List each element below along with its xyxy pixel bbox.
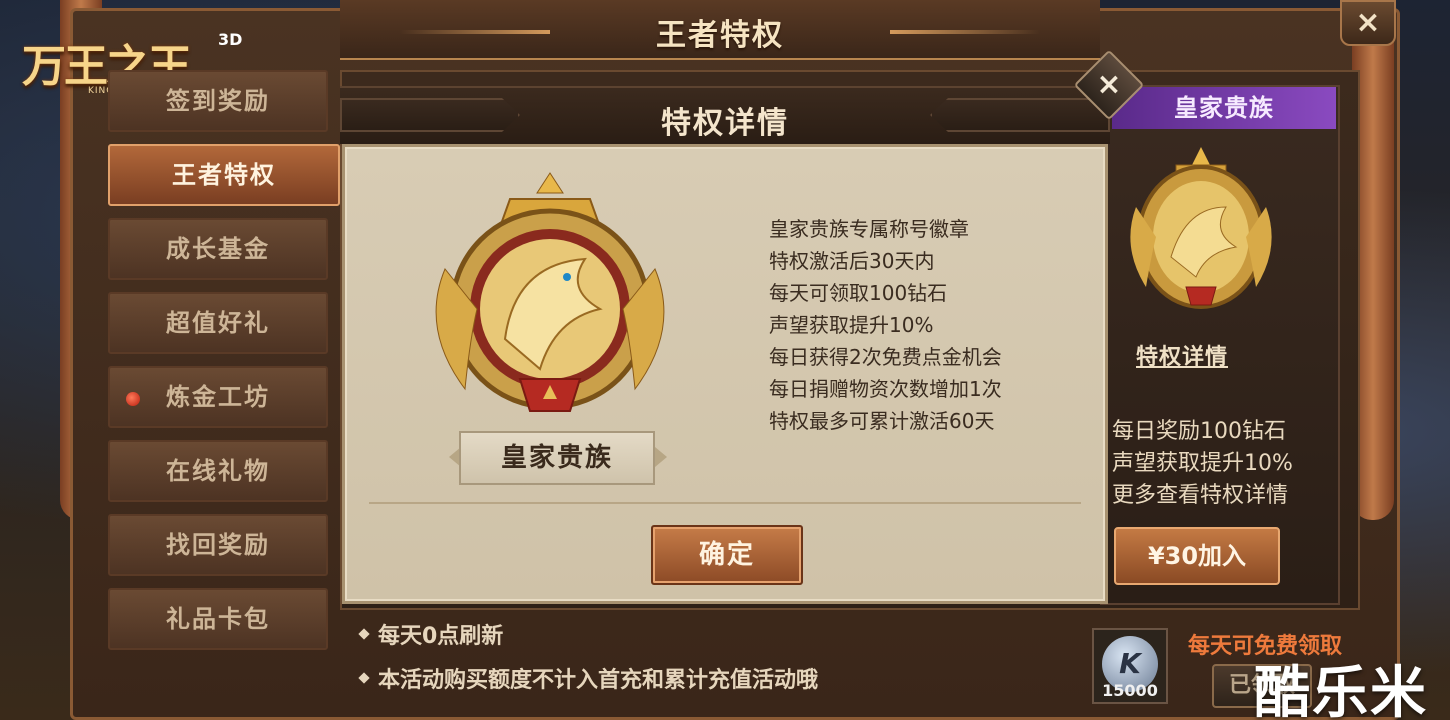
sidebar-item-king-privilege[interactable]: 王者特权 [108, 144, 340, 206]
perk-list: 皇家贵族专属称号徽章 特权激活后30天内 每天可领取100钻石 声望获取提升10… [769, 213, 1089, 437]
note-text: 每天0点刷新 [378, 624, 504, 649]
note-item: 本活动购买额度不计入首充和累计充值活动哦 [358, 656, 1100, 700]
card-benefit-line: 更多查看特权详情 [1112, 483, 1289, 508]
card-benefit-line: 声望获取提升10% [1112, 451, 1293, 476]
privilege-detail-link[interactable]: 特权详情 [1136, 339, 1228, 371]
perk-item: 皇家贵族专属称号徽章 [769, 217, 969, 241]
sidebar-item-value-gift[interactable]: 超值好礼 [108, 292, 328, 354]
buy-button[interactable]: ¥30加入 [1114, 527, 1280, 585]
sidebar-item-gift-card[interactable]: 礼品卡包 [108, 588, 328, 650]
card-benefit-line: 每日奖励100钻石 [1112, 419, 1286, 444]
modal-header: 特权详情 [340, 86, 1110, 144]
sidebar-item-label: 在线礼物 [166, 457, 270, 485]
free-reward-item[interactable]: K 15000 [1092, 628, 1168, 704]
privilege-card: 皇家贵族 特权详情 每日奖励100钻石 声望获取提升10% 更多查看特权详情 ¥… [1100, 85, 1340, 605]
header-band: 王者特权 [340, 0, 1100, 60]
privilege-detail-modal: 皇家贵族 皇家贵族专属称号徽章 特权激活后30天内 每天可领取100钻石 声望获… [342, 144, 1108, 604]
note-item: 每天0点刷新 [358, 612, 1100, 656]
notification-dot-icon [126, 392, 140, 406]
notes-list: 每天0点刷新 本活动购买额度不计入首充和累计充值活动哦 [358, 612, 1100, 712]
sidebar-item-label: 王者特权 [172, 161, 276, 189]
sidebar-item-alchemy[interactable]: 炼金工坊 [108, 366, 328, 428]
perk-item: 每天可领取100钻石 [769, 281, 948, 305]
bullet-icon [358, 672, 370, 684]
watermark: 酷乐米 [1254, 661, 1428, 720]
sidebar-item-label: 超值好礼 [166, 309, 270, 337]
sidebar-item-online-gift[interactable]: 在线礼物 [108, 440, 328, 502]
perk-item: 每日捐赠物资次数增加1次 [769, 377, 1002, 401]
divider [369, 502, 1081, 504]
perk-item: 特权激活后30天内 [769, 249, 935, 273]
close-icon[interactable]: × [1086, 62, 1132, 108]
close-icon[interactable]: × [1340, 0, 1396, 46]
perk-item: 特权最多可累计激活60天 [769, 409, 995, 433]
sidebar-item-label: 成长基金 [166, 235, 270, 263]
sidebar-item-sign-in[interactable]: 签到奖励 [108, 70, 328, 132]
logo-3d-tag: 3D [218, 30, 243, 49]
eagle-badge-icon [1130, 147, 1272, 309]
sidebar-item-growth-fund[interactable]: 成长基金 [108, 218, 328, 280]
sidebar: 签到奖励 王者特权 成长基金 超值好礼 炼金工坊 在线礼物 找回奖励 礼品卡包 [108, 70, 340, 662]
bullet-icon [358, 628, 370, 640]
plate-ornament-right [655, 447, 667, 467]
badge-name-plate: 皇家贵族 [459, 431, 655, 485]
sidebar-item-recover-reward[interactable]: 找回奖励 [108, 514, 328, 576]
eagle-badge-icon [435, 172, 665, 412]
sidebar-item-label: 找回奖励 [166, 531, 270, 559]
sidebar-item-label: 炼金工坊 [166, 383, 270, 411]
confirm-button[interactable]: 确定 [651, 525, 803, 585]
note-text: 本活动购买额度不计入首充和累计充值活动哦 [378, 668, 819, 693]
reward-amount: 15000 [1102, 681, 1158, 700]
header-arrow-right [930, 98, 1110, 132]
perk-item: 每日获得2次免费点金机会 [769, 345, 1002, 369]
header-ornament-right [890, 30, 1040, 34]
sidebar-item-label: 礼品卡包 [166, 605, 270, 633]
perk-item: 声望获取提升10% [769, 313, 934, 337]
sidebar-item-label: 签到奖励 [166, 87, 270, 115]
card-banner: 皇家贵族 [1112, 87, 1336, 129]
